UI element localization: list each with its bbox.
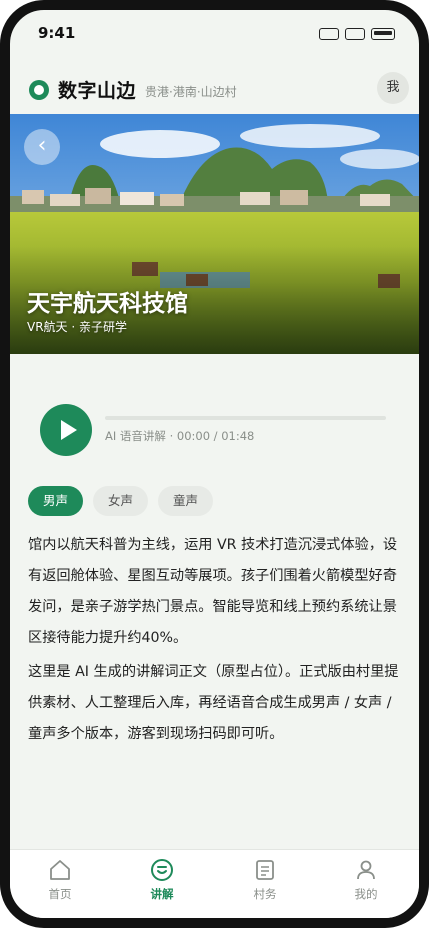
tab-profile[interactable]: 我的 <box>336 858 396 902</box>
voice-female-chip[interactable]: 女声 <box>93 486 149 516</box>
profile-avatar-button[interactable]: 我 <box>377 72 409 104</box>
tab-audio-guide[interactable]: 讲解 <box>132 858 192 902</box>
tab-village-affairs-label: 村务 <box>253 887 277 901</box>
voice-selector: 男声 女声 童声 <box>28 486 214 516</box>
tab-profile-label: 我的 <box>354 887 378 901</box>
status-bar: 9:41 <box>10 10 419 54</box>
user-icon <box>357 860 375 880</box>
narration-paragraph-2: 这里是 AI 生成的讲解词正文（原型占位）。正式版由村里提供素材、人工整理后入库… <box>28 664 399 742</box>
logo-icon <box>29 80 49 100</box>
bottom-tab-bar: 首页 讲解 村务 我的 <box>10 849 419 918</box>
app-header: 数字山边 贵港·港南·山边村 我 <box>10 70 419 114</box>
home-icon <box>50 860 70 880</box>
tab-home-label: 首页 <box>48 887 72 901</box>
audio-player: AI 语音讲解 · 00:00 / 01:48 <box>10 380 419 480</box>
phone-screen: 9:41 数字山边 贵港·港南·山边村 我 ‹ 天宇航天科技馆 VR航天 · 亲… <box>0 0 429 928</box>
progress-bar[interactable] <box>105 416 386 420</box>
app-title: 数字山边 <box>58 80 137 102</box>
voice-male-chip[interactable]: 男声 <box>28 486 84 516</box>
attraction-tags: VR航天 · 亲子研学 <box>27 320 127 334</box>
battery-icon <box>371 28 395 40</box>
status-time: 9:41 <box>38 24 76 42</box>
audio-guide-icon <box>151 859 173 881</box>
attraction-title: 天宇航天科技馆 <box>27 291 188 317</box>
voice-child-chip[interactable]: 童声 <box>158 486 214 516</box>
audio-time-label: AI 语音讲解 · 00:00 / 01:48 <box>105 429 255 443</box>
tab-audio-guide-label: 讲解 <box>150 887 174 901</box>
tab-village-affairs[interactable]: 村务 <box>235 858 295 902</box>
location-label: 贵港·港南·山边村 <box>145 85 237 99</box>
signal-icon <box>319 28 339 40</box>
document-icon <box>256 860 274 880</box>
back-button[interactable]: ‹ <box>24 129 60 165</box>
narration-paragraph-1: 馆内以航天科普为主线，运用 VR 技术打造沉浸式体验，设有返回舱体验、星图互动等… <box>28 537 398 646</box>
tab-home[interactable]: 首页 <box>30 858 90 902</box>
status-icons <box>319 28 395 40</box>
wifi-icon <box>345 28 365 40</box>
play-button[interactable] <box>40 404 92 456</box>
hero-banner: ‹ 天宇航天科技馆 VR航天 · 亲子研学 <box>10 114 419 354</box>
